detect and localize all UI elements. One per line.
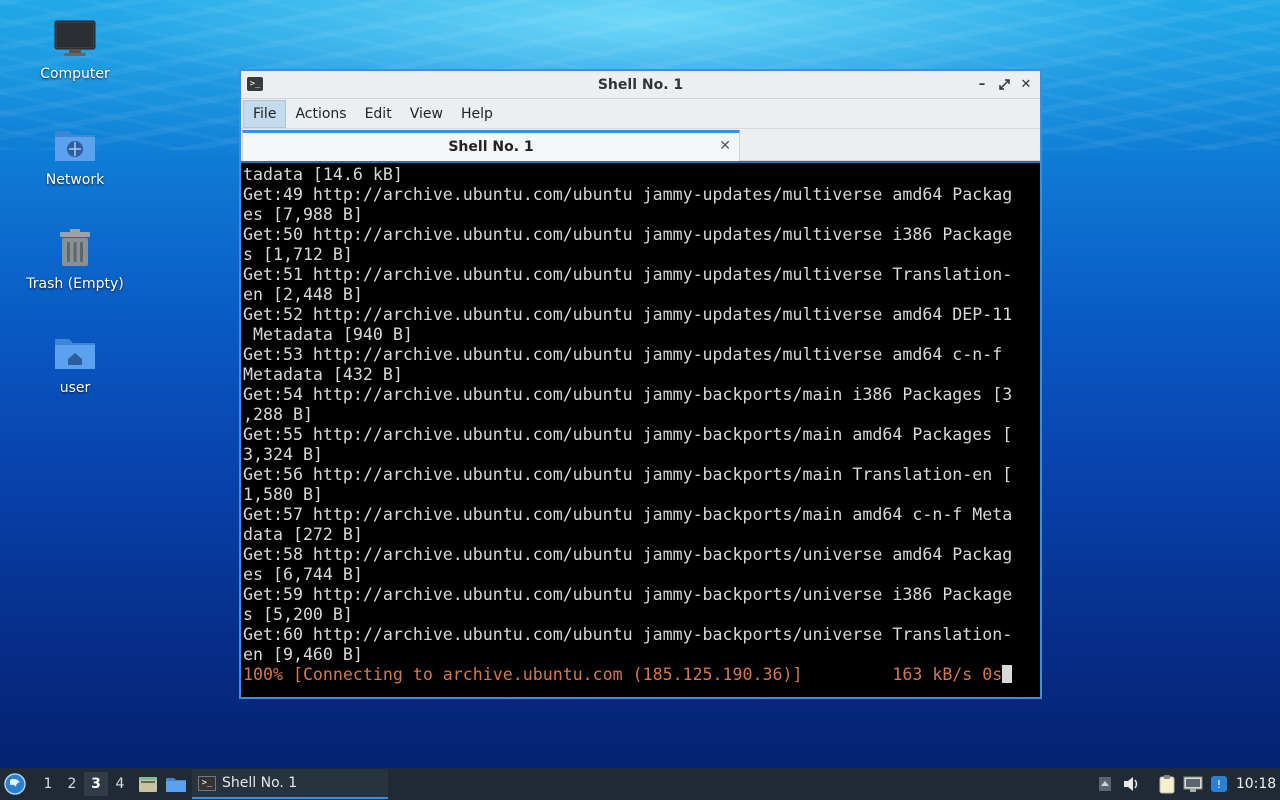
clipboard-icon[interactable] <box>1154 768 1180 800</box>
desktop-icon-label: Computer <box>40 66 110 82</box>
terminal-line: Get:54 http://archive.ubuntu.com/ubuntu … <box>243 385 1013 404</box>
terminal-line: tadata [14.6 kB] <box>243 165 403 184</box>
terminal-line: Get:50 http://archive.ubuntu.com/ubuntu … <box>243 225 1013 244</box>
window-title: Shell No. 1 <box>597 76 684 93</box>
terminal-line: Get:57 http://archive.ubuntu.com/ubuntu … <box>243 505 1013 524</box>
volume-icon[interactable] <box>1118 768 1144 800</box>
update-notifier-icon[interactable]: ! <box>1206 768 1232 800</box>
minimize-icon[interactable]: – <box>974 75 990 93</box>
taskbar-task-shell[interactable]: >_ Shell No. 1 <box>192 769 388 799</box>
tab-close-icon[interactable]: ✕ <box>719 138 731 154</box>
terminal-window: >_ Shell No. 1 – ✕ File Actions Edit Vie… <box>239 69 1042 699</box>
terminal-line: Get:51 http://archive.ubuntu.com/ubuntu … <box>243 265 1013 284</box>
terminal-line: 3,324 B] <box>243 445 323 464</box>
computer-icon <box>53 16 97 60</box>
menu-file[interactable]: File <box>243 99 287 128</box>
menu-help[interactable]: Help <box>452 100 502 128</box>
tab-shell-1[interactable]: Shell No. 1 ✕ <box>242 130 740 161</box>
terminal-line: Get:49 http://archive.ubuntu.com/ubuntu … <box>243 185 1013 204</box>
desktop-icon-user[interactable]: user <box>20 330 130 396</box>
terminal-line: s [1,712 B] <box>243 245 353 264</box>
desktop-icon-label: user <box>59 380 91 396</box>
terminal-line: en [2,448 B] <box>243 285 363 304</box>
network-icon[interactable] <box>1180 768 1206 800</box>
terminal-line: Get:60 http://archive.ubuntu.com/ubuntu … <box>243 625 1013 644</box>
menu-actions[interactable]: Actions <box>286 100 355 128</box>
tab-bar: Shell No. 1 ✕ <box>241 129 1040 161</box>
terminal-line: Get:52 http://archive.ubuntu.com/ubuntu … <box>243 305 1013 324</box>
clock[interactable]: 10:18 <box>1232 776 1280 792</box>
taskbar: 1 2 3 4 >_ Shell No. 1 ! 10:18 <box>0 768 1280 800</box>
terminal-icon: >_ <box>198 775 216 791</box>
system-tray: ! 10:18 <box>1092 768 1280 800</box>
desktop-icon-computer[interactable]: Computer <box>20 16 130 82</box>
menu-view[interactable]: View <box>401 100 452 128</box>
terminal-cursor <box>1002 665 1013 683</box>
terminal-line: Get:53 http://archive.ubuntu.com/ubuntu … <box>243 345 1003 364</box>
terminal-line: Get:58 http://archive.ubuntu.com/ubuntu … <box>243 545 1013 564</box>
home-folder-icon <box>53 330 97 374</box>
menu-edit[interactable]: Edit <box>356 100 401 128</box>
desktop-icon-network[interactable]: Network <box>20 122 130 188</box>
desktop-icon-trash[interactable]: Trash (Empty) <box>20 226 130 292</box>
terminal-line: 1,580 B] <box>243 485 323 504</box>
workspace-3[interactable]: 3 <box>84 772 108 796</box>
task-label: Shell No. 1 <box>222 775 298 791</box>
terminal-line: s [5,200 B] <box>243 605 353 624</box>
terminal-line: Get:56 http://archive.ubuntu.com/ubuntu … <box>243 465 1013 484</box>
tab-label: Shell No. 1 <box>448 139 534 155</box>
terminal-line: es [6,744 B] <box>243 565 363 584</box>
terminal-line: Metadata [432 B] <box>243 365 403 384</box>
workspace-2[interactable]: 2 <box>60 776 84 792</box>
tray-up-arrow-icon[interactable] <box>1092 768 1118 800</box>
terminal-output[interactable]: tadata [14.6 kB] Get:49 http://archive.ub… <box>241 163 1040 697</box>
progress-text: 100% [Connecting to archive.ubuntu.com (… <box>243 665 1003 684</box>
menubar: File Actions Edit View Help <box>241 99 1040 129</box>
terminal-line: Metadata [940 B] <box>243 325 413 344</box>
workspace-4[interactable]: 4 <box>108 776 132 792</box>
file-manager-icon[interactable] <box>136 773 160 795</box>
terminal-line: en [9,460 B] <box>243 645 363 664</box>
terminal-line: ,288 B] <box>243 405 313 424</box>
workspace-1[interactable]: 1 <box>36 776 60 792</box>
close-icon[interactable]: ✕ <box>1018 75 1034 93</box>
network-folder-icon <box>53 122 97 166</box>
folder-icon[interactable] <box>164 773 188 795</box>
trash-icon <box>53 226 97 270</box>
desktop-icon-label: Trash (Empty) <box>26 276 124 292</box>
terminal-line: data [272 B] <box>243 525 363 544</box>
terminal-line: Get:55 http://archive.ubuntu.com/ubuntu … <box>243 425 1013 444</box>
svg-text:!: ! <box>1217 778 1221 791</box>
start-menu-icon[interactable] <box>0 768 30 800</box>
terminal-progress-line: 100% [Connecting to archive.ubuntu.com (… <box>243 665 1040 685</box>
window-titlebar[interactable]: >_ Shell No. 1 – ✕ <box>241 71 1040 99</box>
desktop-icon-label: Network <box>45 172 105 188</box>
maximize-icon[interactable] <box>996 75 1012 93</box>
terminal-line: es [7,988 B] <box>243 205 363 224</box>
terminal-line: Get:59 http://archive.ubuntu.com/ubuntu … <box>243 585 1013 604</box>
